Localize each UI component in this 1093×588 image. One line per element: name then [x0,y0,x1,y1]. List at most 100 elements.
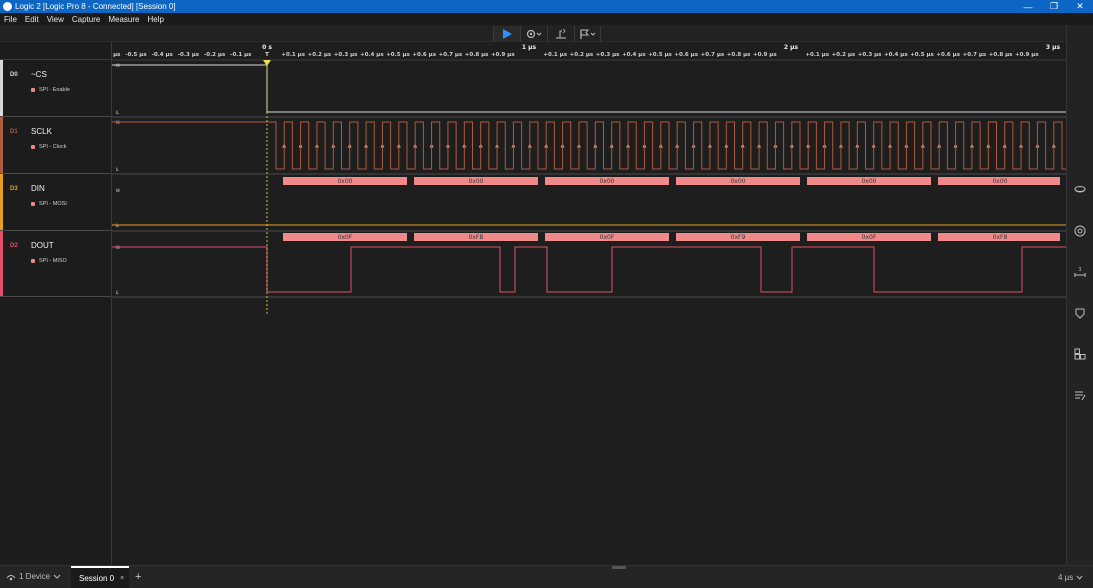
ruler-minor-label: +0.2 µs [308,52,332,58]
waveform-canvas[interactable]: 0 s 1 µs 2 µs 3 µs -0.6 µs -0.5 µs -0.4 µs -0.3… [112,42,1066,565]
right-sidebar: 3 [1066,25,1093,565]
mosi-frame-label: 0x00 [468,178,483,185]
channel-d1[interactable]: D1 SCLK SPI - Clock [0,117,111,174]
bottom-tab-bar: 1 Device Session 0 × + 4 µs [0,565,1093,588]
ruler-minor-label: +0.8 µs [727,52,751,58]
ruler-minor-label: +0.5 µs [648,52,672,58]
miso-frame-label: 0xF8 [993,234,1008,241]
ruler-minor-label: +0.1 µs [543,52,567,58]
sclk-waveform [112,121,1066,170]
channel-name: DOUT [31,241,54,250]
ruler-minor-label: +0.6 µs [412,52,436,58]
extensions-icon[interactable] [1073,224,1087,238]
analyzers-icon[interactable] [1073,183,1087,197]
miso-frame-label: 0x0F [338,234,353,241]
notes-icon[interactable] [1073,388,1087,402]
minimize-icon[interactable]: — [1015,0,1041,13]
menu-help[interactable]: Help [143,15,167,24]
ruler-major-label: 0 s [262,44,272,51]
ruler-major-label: 3 µs [1046,44,1061,51]
high-level-label: H [116,245,120,251]
mosi-frame-label: 0x00 [730,178,745,185]
app-logo-icon [3,2,12,11]
chevron-down-icon [1076,575,1082,580]
high-level-label: H [116,188,120,194]
close-tab-icon[interactable]: × [120,575,124,582]
trigger-button[interactable] [547,26,574,42]
channel-name: ~CS [31,70,47,79]
marker-dropdown-button[interactable] [574,26,601,42]
ruler-minor-label: -0.5 µs [125,52,147,58]
device-icon [6,574,16,580]
restore-icon[interactable]: ❐ [1041,0,1067,13]
ruler-minor-label: +0.7 µs [439,52,463,58]
device-tab[interactable]: 1 Device [6,572,61,581]
marker-icon[interactable] [1073,306,1087,320]
miso-frame-label: 0xF9 [731,234,746,241]
zoom-readout[interactable]: 4 µs [1058,573,1083,582]
ruler-minor-label: -0.4 µs [152,52,174,58]
ruler-minor-label: +0.1 µs [281,52,305,58]
high-level-label: H [116,120,120,126]
analyzer-tag: SPI - MOSI [31,201,67,207]
add-session-button[interactable]: + [135,571,141,583]
menu-capture[interactable]: Capture [68,15,104,24]
capture-toolbar [0,25,1066,42]
channel-index: D3 [10,186,18,192]
ruler-minor-label: +0.3 µs [334,52,358,58]
ruler-minor-label: +0.7 µs [701,52,725,58]
ruler-minor-label: +0.8 µs [989,52,1013,58]
ruler-minor-label: +0.2 µs [570,52,594,58]
channel-d0[interactable]: D0 ~CS SPI - Enable [0,60,111,117]
menu-file[interactable]: File [0,15,21,24]
channel-color-stripe [0,174,3,230]
channel-name: DIN [31,184,45,193]
mosi-frame-label: 0x00 [599,178,614,185]
ruler-major-label: 2 µs [784,44,799,51]
svg-text:3: 3 [1078,267,1081,273]
ruler-minor-label: +0.9 µs [753,52,777,58]
menu-measure[interactable]: Measure [104,15,143,24]
analyzer-tag: SPI - Clock [31,144,67,150]
layout-icon[interactable] [1073,347,1087,361]
ruler-minor-label: +0.2 µs [832,52,856,58]
menu-edit[interactable]: Edit [21,15,43,24]
ruler-minor-label: +0.6 µs [674,52,698,58]
trigger-settings-button[interactable] [520,26,547,42]
miso-frame-label: 0xFB [469,234,484,241]
ruler-minor-label: -0.2 µs [204,52,226,58]
start-capture-button[interactable] [493,26,520,42]
menu-bar: File Edit View Capture Measure Help [0,13,1093,25]
play-icon [503,29,512,39]
close-icon[interactable]: ✕ [1067,0,1093,13]
menu-view[interactable]: View [43,15,68,24]
ruler-minor-label: +0.8 µs [465,52,489,58]
channel-d3[interactable]: D3 DIN SPI - MOSI [0,174,111,231]
channel-list: D0 ~CS SPI - Enable D1 SCLK SPI - Clock … [0,42,112,565]
ruler-minor-label: +0.3 µs [596,52,620,58]
miso-frame-label: 0x0F [600,234,615,241]
session-tab[interactable]: Session 0 × [71,566,129,588]
flag-icon [579,29,595,39]
channel-index: D1 [10,129,18,135]
ruler-minor-label: +0.4 µs [622,52,646,58]
ruler-minor-label: +0.3 µs [858,52,882,58]
channel-color-stripe [0,117,3,173]
mosi-frame-label: 0x00 [337,178,352,185]
channel-index: D2 [10,243,18,249]
horizontal-scroll-thumb[interactable] [612,566,626,569]
trigger-settings-icon [526,29,542,39]
low-level-label: L [116,110,119,116]
ruler-major-label: 1 µs [522,44,537,51]
low-level-label: L [116,167,119,173]
waveform-view[interactable]: 0 s 1 µs 2 µs 3 µs -0.6 µs -0.5 µs -0.4 µs -0.3… [112,42,1066,565]
ruler-minor-label: +0.6 µs [936,52,960,58]
measure-icon[interactable]: 3 [1073,265,1087,279]
channel-color-stripe [0,60,3,116]
ruler-minor-label: -0.1 µs [230,52,252,58]
ruler-minor-label: -0.3 µs [178,52,200,58]
trigger-icon [556,29,566,39]
title-bar: Logic 2 [Logic Pro 8 - Connected] [Sessi… [0,0,1093,13]
channel-d2[interactable]: D2 DOUT SPI - MISO [0,231,111,297]
channel-color-stripe [0,231,3,296]
